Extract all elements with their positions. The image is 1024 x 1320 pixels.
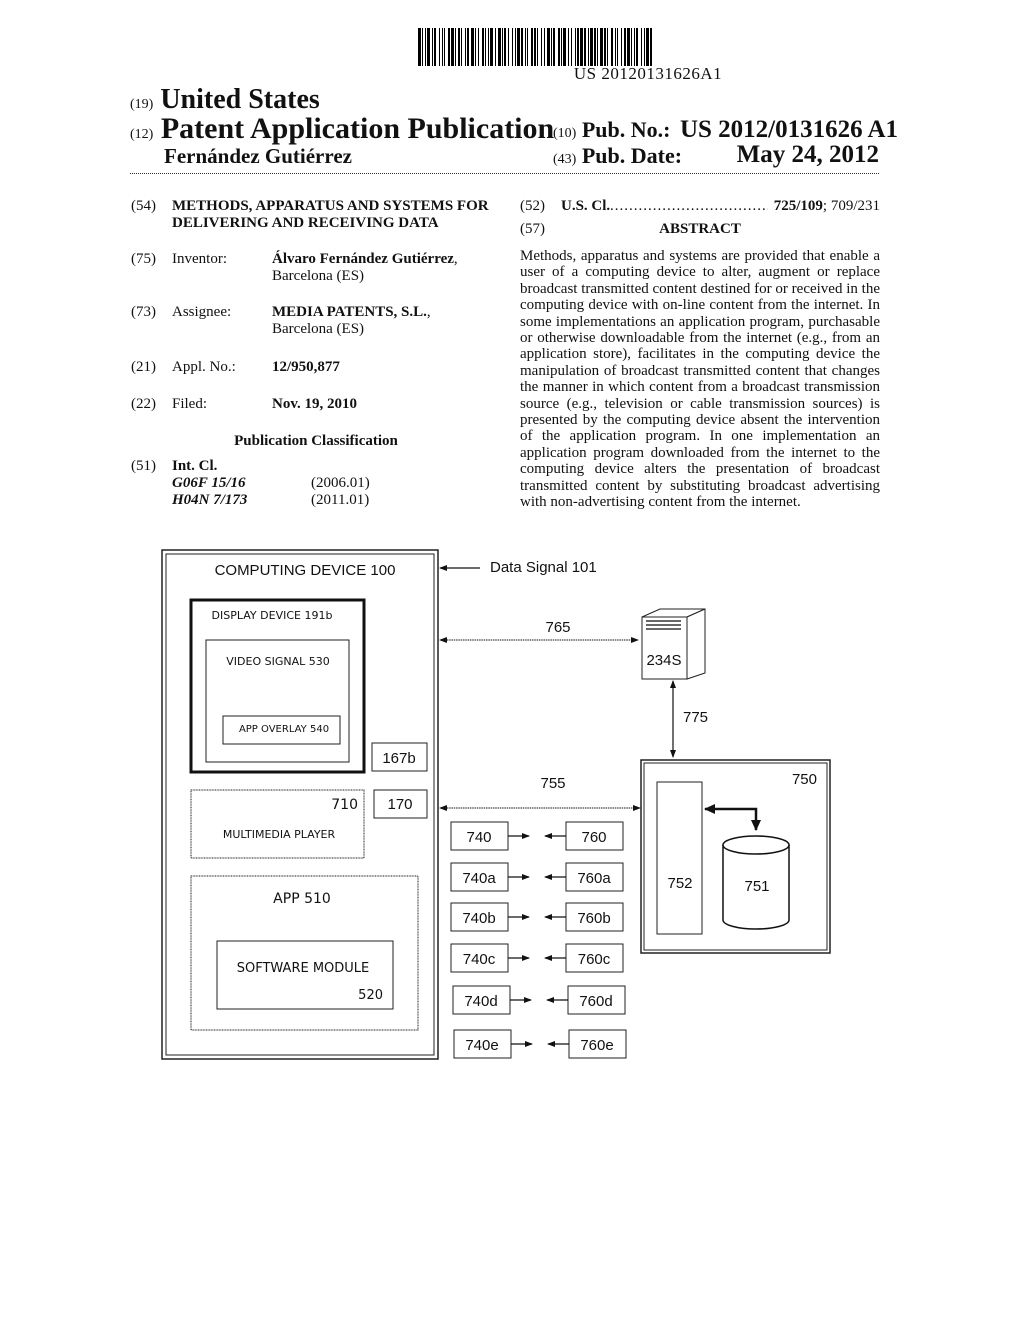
endpoint-label-760b: 760b: [577, 910, 610, 927]
db-link-arrow: [704, 804, 761, 831]
endpoint-label-740b: 740b: [462, 910, 495, 927]
endpoint-label-740c: 740c: [463, 951, 496, 968]
computing-device-label: COMPUTING DEVICE 100: [215, 562, 396, 579]
link-765-label: 765: [545, 619, 570, 636]
endpoint-label-740: 740: [466, 829, 491, 846]
link-775-label: 775: [683, 709, 708, 726]
data-signal-label: Data Signal 101: [490, 559, 597, 576]
box-752: [656, 781, 703, 935]
video-signal-label: VIDEO SIGNAL 530: [226, 655, 329, 668]
link-755-label: 755: [540, 775, 565, 792]
system-750-label: 750: [792, 771, 817, 788]
app-label: APP 510: [273, 891, 331, 907]
multimedia-player-label: MULTIMEDIA PLAYER: [223, 828, 336, 841]
display-device-label: DISPLAY DEVICE 191b: [212, 609, 333, 622]
endpoint-label-740d: 740d: [464, 993, 497, 1010]
endpoint-rows: 740 760 740a 760a 740b 760b 740c 760c 740d 760d 74…: [450, 821, 627, 1059]
box-170-label: 170: [387, 796, 412, 813]
app-overlay-label: APP OVERLAY 540: [239, 724, 329, 735]
multimedia-player-number: 710: [331, 797, 358, 813]
endpoint-label-760e: 760e: [580, 1037, 613, 1054]
endpoint-label-760: 760: [581, 829, 606, 846]
endpoint-label-760c: 760c: [578, 951, 611, 968]
database-751-label: 751: [744, 878, 769, 895]
box-167b-label: 167b: [382, 750, 415, 767]
server-label: 234S: [646, 652, 681, 669]
box-752-label: 752: [667, 875, 692, 892]
endpoint-label-760a: 760a: [577, 870, 611, 887]
endpoint-label-740a: 740a: [462, 870, 496, 887]
software-module-label: SOFTWARE MODULE: [237, 961, 370, 976]
endpoint-label-760d: 760d: [579, 993, 612, 1010]
system-diagram: COMPUTING DEVICE 100 DISPLAY DEVICE 191b…: [161, 549, 831, 1060]
endpoint-label-740e: 740e: [465, 1037, 498, 1054]
display-device-box: [189, 598, 366, 774]
software-module-number: 520: [358, 988, 383, 1003]
